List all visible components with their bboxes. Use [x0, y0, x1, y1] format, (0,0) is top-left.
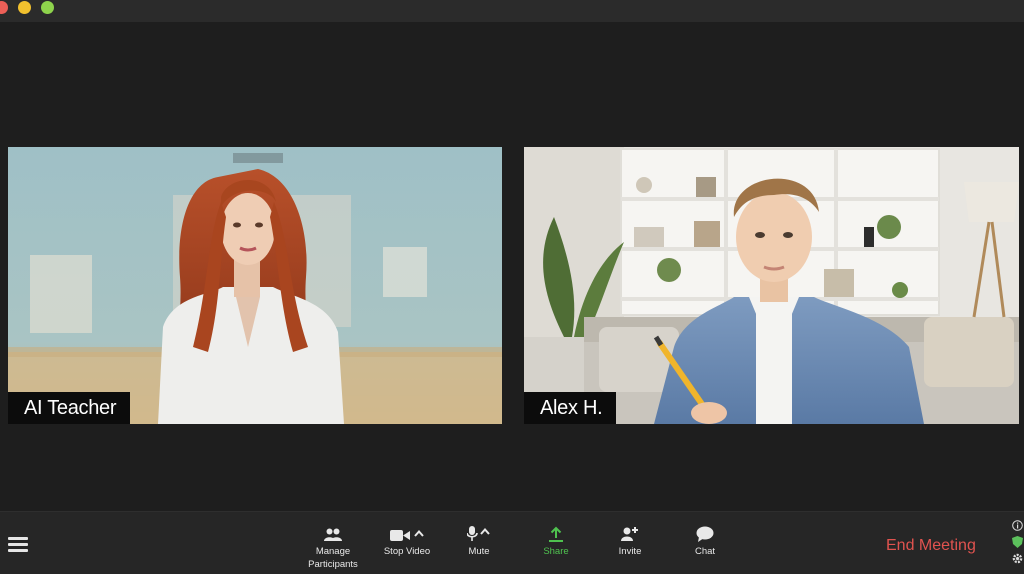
chat-label: Chat [694, 546, 716, 557]
minimize-window-button[interactable] [18, 1, 31, 14]
end-meeting-button[interactable]: End Meeting [886, 537, 976, 555]
ai-teacher-video-feed [8, 147, 502, 424]
participant-name-tag: AI Teacher [8, 392, 131, 424]
mute-label: Mute [468, 546, 490, 557]
video-camera-icon [390, 512, 424, 542]
invite-label: Invite [618, 546, 642, 557]
manage-participants-button[interactable]: Manage Participants [304, 512, 362, 574]
menu-icon[interactable] [8, 537, 28, 553]
invite-button[interactable]: Invite [614, 512, 646, 574]
shield-icon[interactable] [1011, 536, 1023, 548]
participants-icon [324, 512, 342, 542]
meeting-window: AI Teacher Alex H. Manage Participants S… [0, 0, 1024, 574]
close-window-button[interactable] [0, 1, 8, 14]
meeting-toolbar: Manage Participants Stop Video Mute Shar… [0, 511, 1024, 574]
chat-button[interactable]: Chat [690, 512, 720, 574]
chat-bubble-icon [696, 512, 714, 542]
video-tile-alex[interactable]: Alex H. [524, 147, 1019, 424]
manage-participants-label-line2: Participants [308, 559, 358, 570]
manage-participants-label-line1: Manage [315, 546, 351, 557]
share-button[interactable]: Share [540, 512, 572, 574]
participant-name-tag: Alex H. [524, 392, 617, 424]
share-label: Share [543, 546, 569, 557]
stop-video-label: Stop Video [383, 546, 431, 557]
gear-icon[interactable] [1012, 553, 1023, 564]
mute-button[interactable]: Mute [462, 512, 496, 574]
microphone-icon [467, 512, 491, 542]
add-user-icon [621, 512, 639, 542]
stop-video-button[interactable]: Stop Video [380, 512, 434, 574]
info-icon[interactable] [1011, 520, 1023, 531]
alex-video-feed [524, 147, 1019, 424]
status-icons [1010, 520, 1024, 564]
video-tile-ai-teacher[interactable]: AI Teacher [8, 147, 502, 424]
share-arrow-icon [548, 512, 564, 542]
zoom-window-button[interactable] [41, 1, 54, 14]
title-bar [0, 0, 1024, 22]
